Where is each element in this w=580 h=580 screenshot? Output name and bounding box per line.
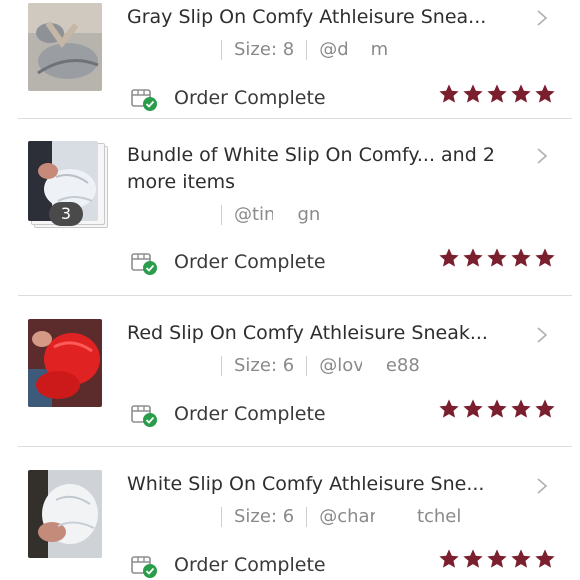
order-meta: Size: 6 @char tchel (127, 505, 461, 529)
redacted-buyer (127, 506, 209, 528)
meta-divider (306, 507, 308, 527)
star-icon[interactable] (486, 83, 508, 105)
redacted-buyer (127, 204, 209, 226)
product-thumbnail[interactable] (28, 3, 102, 91)
star-icon[interactable] (486, 548, 508, 570)
meta-divider (221, 40, 222, 60)
seller-handle[interactable]: @lov (319, 355, 364, 376)
rating-stars[interactable] (438, 83, 556, 105)
redacted-buyer (127, 39, 209, 61)
bundle-count-badge: 3 (49, 202, 83, 226)
order-meta: Size: 6 @lov e88 (127, 354, 420, 378)
order-title[interactable]: Gray Slip On Comfy Athleisure Snea... (127, 4, 522, 31)
star-icon[interactable] (462, 83, 484, 105)
order-item[interactable]: 3 Bundle of White Slip On Comfy... and 2… (0, 119, 580, 295)
star-icon[interactable] (462, 247, 484, 269)
star-icon[interactable] (438, 548, 460, 570)
star-icon[interactable] (462, 548, 484, 570)
seller-handle-tail[interactable]: tchel (417, 506, 461, 527)
order-list: Gray Slip On Comfy Athleisure Snea... Si… (0, 0, 580, 580)
seller-handle-tail[interactable]: e88 (386, 355, 420, 376)
star-icon[interactable] (534, 247, 556, 269)
star-icon[interactable] (534, 548, 556, 570)
seller-handle[interactable]: @d (319, 39, 348, 60)
star-icon[interactable] (510, 548, 532, 570)
meta-divider (306, 40, 308, 60)
star-icon[interactable] (534, 83, 556, 105)
size-label: Size: 6 (234, 355, 295, 376)
rating-stars[interactable] (438, 398, 556, 420)
chevron-right-icon[interactable] (536, 10, 548, 26)
order-title[interactable]: Red Slip On Comfy Athleisure Sneak... (127, 320, 522, 347)
star-icon[interactable] (510, 398, 532, 420)
redaction-mask (346, 39, 373, 61)
star-icon[interactable] (510, 247, 532, 269)
order-title[interactable]: Bundle of White Slip On Comfy... and 2 m… (127, 142, 517, 196)
status-label: Order Complete (174, 403, 326, 425)
order-title[interactable]: White Slip On Comfy Athleisure Sne... (127, 471, 522, 498)
order-meta: Size: 8 @d m (127, 38, 388, 62)
seller-handle-tail[interactable]: gn (297, 204, 320, 225)
order-meta: @tin gn (127, 203, 320, 227)
package-check-icon (131, 405, 157, 427)
star-icon[interactable] (486, 398, 508, 420)
redaction-mask (273, 204, 300, 226)
redaction-mask (361, 355, 388, 377)
order-item[interactable]: White Slip On Comfy Athleisure Sne... Si… (0, 447, 580, 580)
star-icon[interactable] (438, 398, 460, 420)
redaction-mask (374, 506, 419, 528)
star-icon[interactable] (438, 83, 460, 105)
status-label: Order Complete (174, 251, 326, 273)
rating-stars[interactable] (438, 247, 556, 269)
product-thumbnail[interactable] (28, 319, 102, 407)
chevron-right-icon[interactable] (536, 148, 548, 164)
package-check-icon (131, 556, 157, 578)
rating-stars[interactable] (438, 548, 556, 570)
meta-divider (221, 205, 222, 225)
seller-handle[interactable]: @tin (234, 204, 275, 225)
meta-divider (221, 356, 222, 376)
chevron-right-icon[interactable] (536, 327, 548, 343)
package-check-icon (131, 253, 157, 275)
size-label: Size: 8 (234, 39, 295, 60)
status-label: Order Complete (174, 87, 326, 109)
star-icon[interactable] (462, 398, 484, 420)
package-check-icon (131, 89, 157, 111)
seller-handle[interactable]: @char (319, 506, 377, 527)
star-icon[interactable] (486, 247, 508, 269)
star-icon[interactable] (534, 398, 556, 420)
redacted-buyer (127, 355, 209, 377)
seller-handle-tail[interactable]: m (371, 39, 389, 60)
order-item[interactable]: Red Slip On Comfy Athleisure Sneak... Si… (0, 296, 580, 446)
chevron-right-icon[interactable] (536, 478, 548, 494)
star-icon[interactable] (510, 83, 532, 105)
star-icon[interactable] (438, 247, 460, 269)
meta-divider (221, 507, 222, 527)
order-item[interactable]: Gray Slip On Comfy Athleisure Snea... Si… (0, 0, 580, 118)
status-label: Order Complete (174, 554, 326, 576)
meta-divider (306, 356, 308, 376)
size-label: Size: 6 (234, 506, 295, 527)
product-thumbnail[interactable] (28, 470, 102, 558)
